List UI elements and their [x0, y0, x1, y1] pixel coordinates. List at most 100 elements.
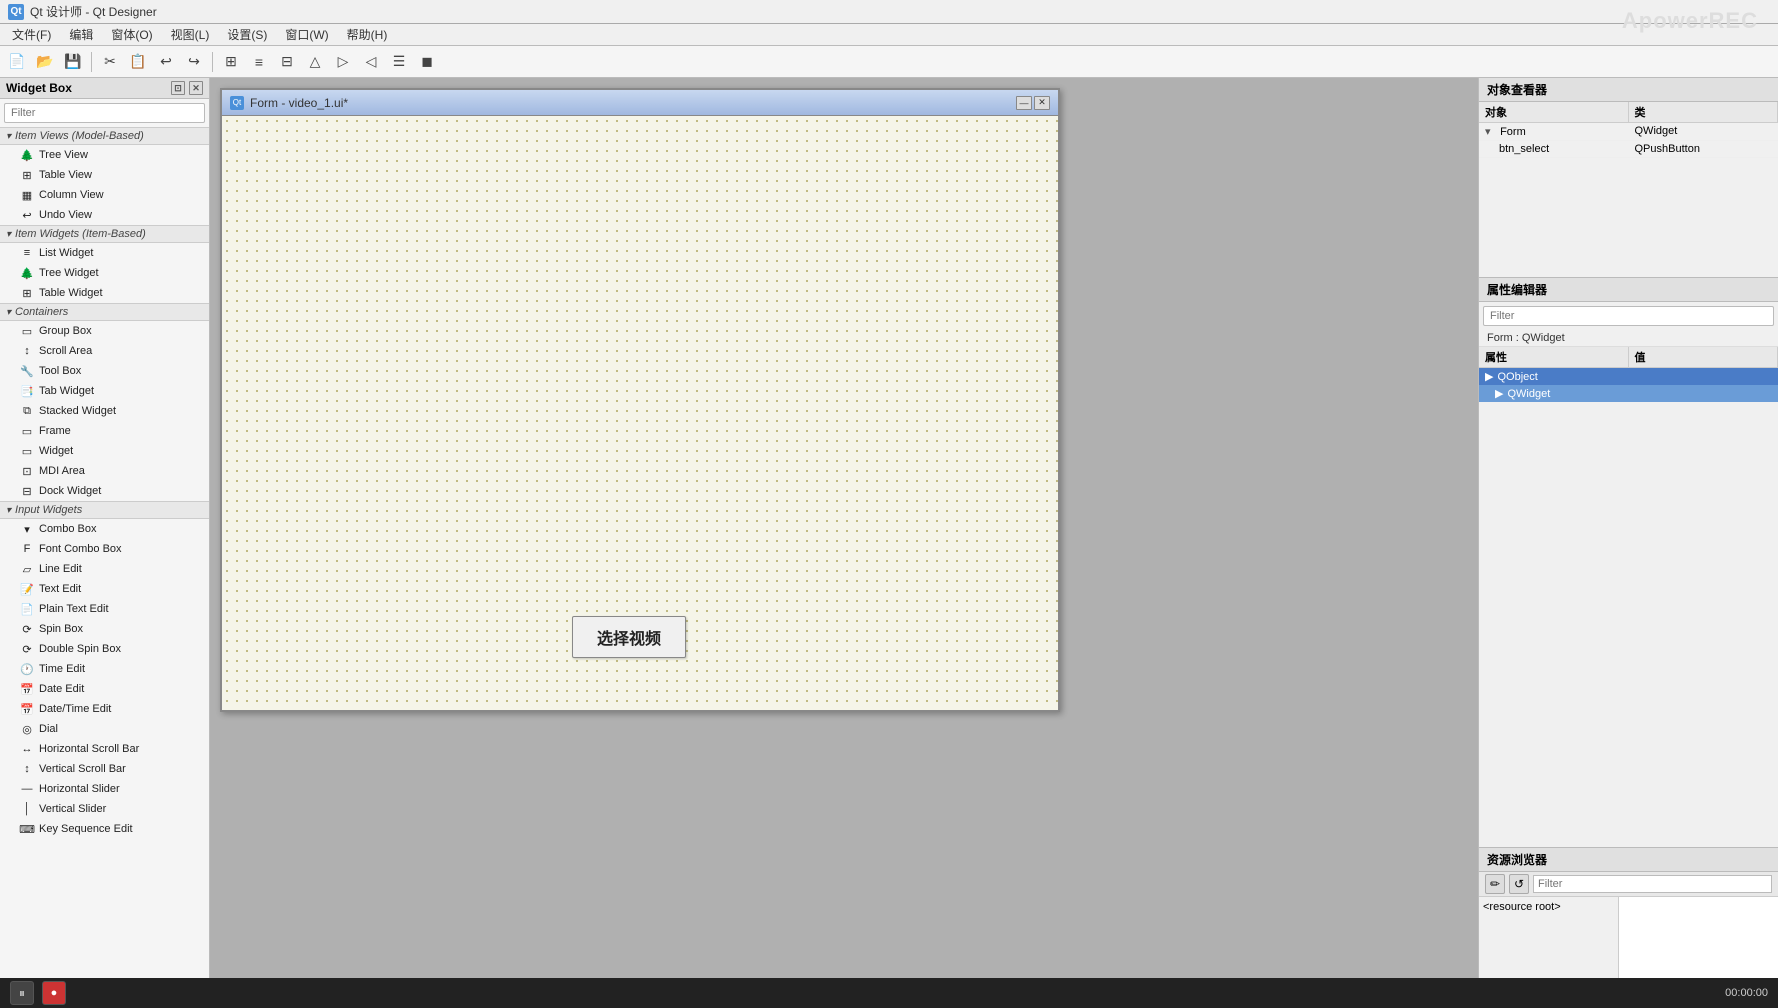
- prop-section-qobject[interactable]: ▶ QObject: [1479, 368, 1778, 385]
- category-item-views[interactable]: Item Views (Model-Based): [0, 127, 209, 145]
- widget-list: Item Views (Model-Based) 🌲 Tree View ⊞ T…: [0, 127, 209, 1008]
- prop-section-qwidget[interactable]: ▶ QWidget: [1479, 385, 1778, 402]
- widget-icon-wgt: ▭: [20, 444, 34, 458]
- toolbar-layout2[interactable]: ≡: [246, 49, 272, 75]
- widget-item-line-edit[interactable]: ▱ Line Edit: [0, 559, 209, 579]
- menu-form[interactable]: 窗体(O): [103, 24, 160, 45]
- menu-window[interactable]: 窗口(W): [277, 24, 336, 45]
- plain-text-edit-icon: 📄: [20, 602, 34, 616]
- h-slider-icon: —: [20, 782, 34, 796]
- widget-item-tree-widget[interactable]: 🌲 Tree Widget: [0, 263, 209, 283]
- widget-item-list-widget[interactable]: ≡ List Widget: [0, 243, 209, 263]
- widget-item-v-slider[interactable]: │ Vertical Slider: [0, 799, 209, 819]
- panel-float-icon[interactable]: ⊡: [171, 81, 185, 95]
- taskbar-rec-btn[interactable]: ●: [42, 981, 66, 1005]
- right-panels: 对象查看器 对象 类 ▾ Form QWidget btn_select: [1478, 78, 1778, 1008]
- widget-item-stacked-widget[interactable]: ⧉ Stacked Widget: [0, 401, 209, 421]
- widget-item-mdi-area[interactable]: ⊡ MDI Area: [0, 461, 209, 481]
- widget-item-font-combo-box[interactable]: F Font Combo Box: [0, 539, 209, 559]
- toolbar-new[interactable]: 📄: [4, 49, 30, 75]
- object-inspector-panel: 对象查看器 对象 类 ▾ Form QWidget btn_select: [1479, 78, 1778, 278]
- tree-widget-icon: 🌲: [20, 266, 34, 280]
- menu-file[interactable]: 文件(F): [4, 24, 59, 45]
- widget-item-key-seq-edit[interactable]: ⌨ Key Sequence Edit: [0, 819, 209, 839]
- property-editor-header: 属性编辑器: [1479, 278, 1778, 302]
- form-canvas[interactable]: 选择视频: [222, 116, 1058, 710]
- text-edit-icon: 📝: [20, 582, 34, 596]
- widget-item-combo-box[interactable]: ▾ Combo Box: [0, 519, 209, 539]
- widget-item-h-slider[interactable]: — Horizontal Slider: [0, 779, 209, 799]
- select-video-button[interactable]: 选择视频: [572, 616, 686, 658]
- widget-item-table-view[interactable]: ⊞ Table View: [0, 165, 209, 185]
- key-seq-edit-icon: ⌨: [20, 822, 34, 836]
- spin-box-icon: ⟳: [20, 622, 34, 636]
- list-widget-icon: ≡: [20, 246, 34, 260]
- object-row-btn[interactable]: btn_select QPushButton: [1479, 141, 1778, 158]
- prop-section-qwidget-expand: ▶: [1495, 387, 1503, 400]
- toolbar-stop[interactable]: ◼: [414, 49, 440, 75]
- widget-item-spin-box[interactable]: ⟳ Spin Box: [0, 619, 209, 639]
- form-minimize-btn[interactable]: —: [1016, 96, 1032, 110]
- widget-item-undo-view[interactable]: ↩ Undo View: [0, 205, 209, 225]
- widget-item-tree-view[interactable]: 🌲 Tree View: [0, 145, 209, 165]
- toolbar: 📄 📂 💾 ✂ 📋 ↩ ↪ ⊞ ≡ ⊟ △ ▷ ◁ ☰ ◼: [0, 46, 1778, 78]
- widget-item-v-scroll-bar[interactable]: ↕ Vertical Scroll Bar: [0, 759, 209, 779]
- property-form-label: Form : QWidget: [1479, 330, 1778, 347]
- time-edit-icon: 🕐: [20, 662, 34, 676]
- toolbar-layout3[interactable]: ⊟: [274, 49, 300, 75]
- form-window-controls: — ✕: [1016, 96, 1050, 110]
- prop-section-qobject-expand: ▶: [1485, 370, 1493, 383]
- toolbar-copy[interactable]: 📋: [125, 49, 151, 75]
- toolbar-cut[interactable]: ✂: [97, 49, 123, 75]
- menu-edit[interactable]: 编辑: [61, 24, 101, 45]
- widget-item-group-box[interactable]: ▭ Group Box: [0, 321, 209, 341]
- widget-item-widget[interactable]: ▭ Widget: [0, 441, 209, 461]
- widget-item-table-widget[interactable]: ⊞ Table Widget: [0, 283, 209, 303]
- widget-item-time-edit[interactable]: 🕐 Time Edit: [0, 659, 209, 679]
- line-edit-icon: ▱: [20, 562, 34, 576]
- widget-item-datetime-edit[interactable]: 📅 Date/Time Edit: [0, 699, 209, 719]
- widget-item-double-spin-box[interactable]: ⟳ Double Spin Box: [0, 639, 209, 659]
- category-containers[interactable]: Containers: [0, 303, 209, 321]
- category-item-widgets[interactable]: Item Widgets (Item-Based): [0, 225, 209, 243]
- resource-filter-input[interactable]: [1533, 875, 1772, 893]
- widget-box-title: Widget Box: [6, 81, 72, 95]
- object-row-form[interactable]: ▾ Form QWidget: [1479, 123, 1778, 141]
- toolbar-redo[interactable]: ↪: [181, 49, 207, 75]
- widget-item-plain-text-edit[interactable]: 📄 Plain Text Edit: [0, 599, 209, 619]
- menu-settings[interactable]: 设置(S): [219, 24, 275, 45]
- category-input-widgets[interactable]: Input Widgets: [0, 501, 209, 519]
- property-filter-input[interactable]: [1483, 306, 1774, 326]
- menu-view[interactable]: 视图(L): [163, 24, 218, 45]
- widget-item-date-edit[interactable]: 📅 Date Edit: [0, 679, 209, 699]
- column-view-icon: ▦: [20, 188, 34, 202]
- toolbar-layout5[interactable]: ▷: [330, 49, 356, 75]
- toolbar-layout1[interactable]: ⊞: [218, 49, 244, 75]
- widget-item-tool-box[interactable]: 🔧 Tool Box: [0, 361, 209, 381]
- widget-filter-input[interactable]: [4, 103, 205, 123]
- resource-edit-btn[interactable]: ✏: [1485, 874, 1505, 894]
- toolbar-layout6[interactable]: ◁: [358, 49, 384, 75]
- object-class-form: QWidget: [1629, 123, 1778, 140]
- widget-item-scroll-area[interactable]: ↕ Scroll Area: [0, 341, 209, 361]
- widget-item-h-scroll-bar[interactable]: ↔ Horizontal Scroll Bar: [0, 739, 209, 759]
- widget-item-tab-widget[interactable]: 📑 Tab Widget: [0, 381, 209, 401]
- panel-close-icon[interactable]: ✕: [189, 81, 203, 95]
- table-widget-icon: ⊞: [20, 286, 34, 300]
- widget-item-column-view[interactable]: ▦ Column View: [0, 185, 209, 205]
- toolbar-settings[interactable]: ☰: [386, 49, 412, 75]
- toolbar-open[interactable]: 📂: [32, 49, 58, 75]
- widget-item-dock-widget[interactable]: ⊟ Dock Widget: [0, 481, 209, 501]
- taskbar-pause-btn[interactable]: ⏸: [10, 981, 34, 1005]
- toolbar-layout4[interactable]: △: [302, 49, 328, 75]
- canvas-area: Qt Form - video_1.ui* — ✕ 选择视频: [210, 78, 1478, 1008]
- widget-item-frame[interactable]: ▭ Frame: [0, 421, 209, 441]
- menu-help[interactable]: 帮助(H): [339, 24, 396, 45]
- tool-box-icon: 🔧: [20, 364, 34, 378]
- toolbar-save[interactable]: 💾: [60, 49, 86, 75]
- resource-refresh-btn[interactable]: ↺: [1509, 874, 1529, 894]
- form-close-btn[interactable]: ✕: [1034, 96, 1050, 110]
- widget-item-text-edit[interactable]: 📝 Text Edit: [0, 579, 209, 599]
- toolbar-undo[interactable]: ↩: [153, 49, 179, 75]
- widget-item-dial[interactable]: ◎ Dial: [0, 719, 209, 739]
